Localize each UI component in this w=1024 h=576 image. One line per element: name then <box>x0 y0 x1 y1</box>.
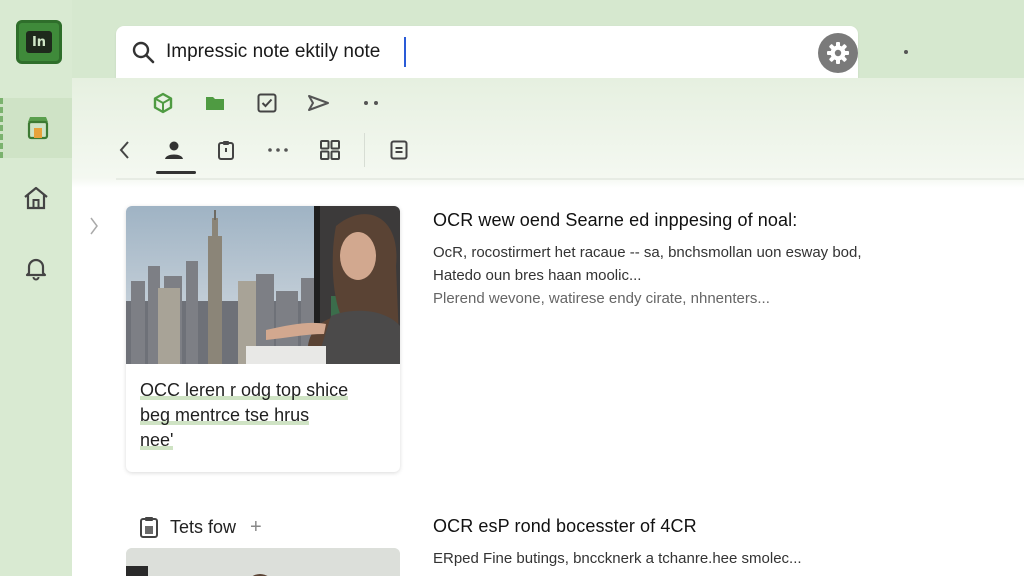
toolbar-primary <box>148 88 386 118</box>
send-button[interactable] <box>304 88 334 118</box>
article-summary-2[interactable]: OCR esP rond bocesster of 4CR ERped Fine… <box>433 516 993 570</box>
grid-icon <box>320 140 340 160</box>
article-line: OcR, rocostirmert het racaue -- sa, bnch… <box>433 244 862 261</box>
sidebar-item-home[interactable] <box>0 168 72 228</box>
toolbar-divider-line <box>116 178 1024 180</box>
cube-button[interactable] <box>148 88 178 118</box>
article-line: Hatedo oun bres haan moolic... <box>433 267 642 284</box>
note-card[interactable]: OCC leren r odg top shice beg mentrce ts… <box>126 206 400 472</box>
cube-icon <box>153 92 173 114</box>
bell-icon <box>25 258 47 281</box>
back-button[interactable] <box>112 130 136 170</box>
card-caption-line: OCC leren r odg top shice <box>140 380 349 400</box>
collapse-chevron-icon[interactable] <box>88 214 100 238</box>
overflow-dot[interactable] <box>904 50 908 54</box>
toolbar-secondary <box>112 130 1012 174</box>
tab-grid[interactable] <box>310 130 350 170</box>
person-icon <box>165 141 183 159</box>
article-title: OCR wew oend Searne ed inppesing of noal… <box>433 210 798 230</box>
card-image-room <box>126 548 400 576</box>
app-logo-icon[interactable]: In <box>16 20 62 64</box>
home-icon <box>24 186 48 210</box>
card-caption-line: nee' <box>140 430 174 450</box>
checkbox-button[interactable] <box>252 88 282 118</box>
document-icon <box>390 140 408 160</box>
store-icon <box>27 117 48 140</box>
more-button[interactable] <box>356 88 386 118</box>
checkbox-icon <box>257 93 277 113</box>
toolbar-divider <box>364 133 365 167</box>
clipboard-icon <box>140 517 158 538</box>
tab-document[interactable] <box>379 130 419 170</box>
article-title: OCR esP rond bocesster of 4CR <box>433 516 697 536</box>
article-line: ERped Fine butings, bnccknerk a tchanre.… <box>433 550 802 567</box>
card-caption: OCC leren r odg top shice beg mentrce ts… <box>126 364 400 453</box>
section-label: Tets fow <box>170 516 237 537</box>
folder-icon <box>206 97 224 110</box>
sidebar-item-notifications[interactable] <box>0 238 72 298</box>
gear-icon <box>827 42 849 64</box>
card-caption-line: beg mentrce tse hrus <box>140 405 310 425</box>
add-button[interactable]: + <box>250 516 262 539</box>
clipboard-icon <box>218 141 234 160</box>
tab-more[interactable] <box>258 130 298 170</box>
more-dots-icon <box>364 101 378 105</box>
folder-button[interactable] <box>200 88 230 118</box>
tab-clipboard[interactable] <box>206 130 246 170</box>
send-icon <box>308 95 329 111</box>
back-icon <box>119 141 129 159</box>
article-line: Plerend wevone, watirese endy cirate, nh… <box>433 290 770 307</box>
tab-profile[interactable] <box>154 130 196 174</box>
search-bar <box>116 26 858 78</box>
article-summary-1[interactable]: OCR wew oend Searne ed inppesing of noal… <box>433 210 993 310</box>
section-header: Tets fow + <box>138 514 262 540</box>
search-icon <box>132 41 155 64</box>
card-image-city <box>126 206 400 364</box>
sidebar-item-store[interactable] <box>0 98 72 158</box>
ellipsis-icon <box>268 148 288 152</box>
note-card[interactable] <box>126 548 400 576</box>
search-input[interactable] <box>166 37 406 67</box>
settings-button[interactable] <box>818 33 858 73</box>
left-rail: In <box>0 0 72 576</box>
